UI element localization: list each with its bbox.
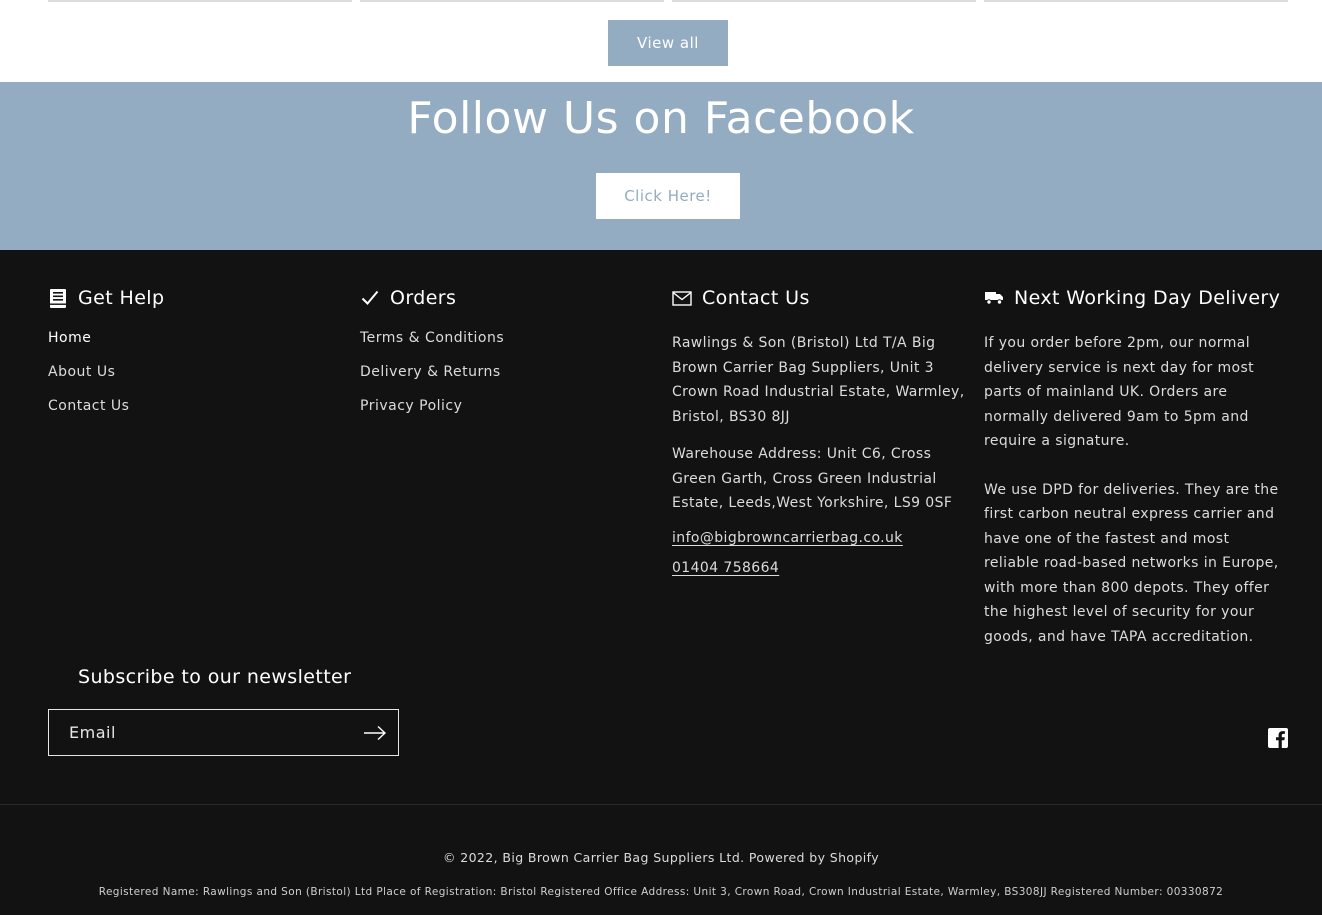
footer-link-about-us[interactable]: About Us — [48, 364, 348, 398]
newsletter-title: Subscribe to our newsletter — [78, 666, 352, 688]
footer-link-terms[interactable]: Terms & Conditions — [360, 330, 660, 364]
contact-email-link[interactable]: info@bigbrowncarrierbag.co.uk — [672, 530, 977, 546]
newsletter-submit-button[interactable] — [352, 710, 398, 755]
contact-phone-link[interactable]: 01404 758664 — [672, 560, 977, 576]
warehouse-address: Warehouse Address: Unit C6, Cross Green … — [672, 446, 953, 511]
footer-get-help: Get Help Home About Us Contact Us — [48, 284, 348, 432]
footer-link-privacy-policy[interactable]: Privacy Policy — [360, 398, 660, 432]
footer-orders: Orders Terms & Conditions Delivery & Ret… — [360, 284, 660, 432]
click-here-button[interactable]: Click Here! — [596, 173, 740, 219]
registered-info: Registered Name: Rawlings and Son (Brist… — [98, 886, 1224, 898]
product-card-edge — [672, 0, 976, 2]
copyright-text: © 2022, Big Brown Carrier Bag Suppliers … — [442, 850, 880, 865]
product-card-edge — [984, 0, 1288, 2]
footer-link-delivery-returns[interactable]: Delivery & Returns — [360, 364, 660, 398]
contact-address: Rawlings & Son (Bristol) Ltd T/A Big Bro… — [672, 335, 965, 425]
footer-contact: Contact Us Rawlings & Son (Bristol) Ltd … — [672, 284, 977, 576]
product-card-edge — [48, 0, 352, 2]
footer-delivery: Next Working Day Delivery If you order b… — [984, 284, 1289, 649]
contact-title: Contact Us — [702, 287, 810, 309]
envelope-icon — [672, 287, 692, 309]
checkmark-icon — [360, 287, 380, 309]
get-help-links: Home About Us Contact Us — [48, 330, 348, 432]
orders-title: Orders — [390, 287, 457, 309]
orders-links: Terms & Conditions Delivery & Returns Pr… — [360, 330, 660, 432]
arrow-right-icon — [364, 725, 387, 740]
footer-divider — [0, 804, 1322, 805]
contact-heading: Contact Us — [672, 284, 977, 312]
delivery-paragraph-1: If you order before 2pm, our normal deli… — [984, 335, 1255, 449]
footer-link-home[interactable]: Home — [48, 330, 348, 364]
delivery-paragraph-2: We use DPD for deliveries. They are the … — [984, 481, 1279, 645]
facebook-banner-title: Follow Us on Facebook — [407, 93, 915, 144]
book-icon — [48, 287, 68, 309]
get-help-title: Get Help — [78, 287, 165, 309]
orders-heading: Orders — [360, 284, 660, 312]
newsletter-email-input[interactable] — [49, 710, 352, 755]
view-all-button[interactable]: View all — [608, 20, 728, 66]
delivery-title: Next Working Day Delivery — [1014, 287, 1281, 309]
facebook-icon[interactable] — [1268, 728, 1288, 748]
delivery-heading: Next Working Day Delivery — [984, 284, 1289, 312]
product-card-edge — [360, 0, 664, 2]
product-section-bottom: View all — [0, 0, 1322, 82]
facebook-banner: Follow Us on Facebook Click Here! — [0, 82, 1322, 250]
get-help-heading: Get Help — [48, 284, 348, 312]
newsletter-form — [48, 709, 399, 756]
footer-link-contact-us[interactable]: Contact Us — [48, 398, 348, 432]
truck-icon — [984, 287, 1004, 309]
